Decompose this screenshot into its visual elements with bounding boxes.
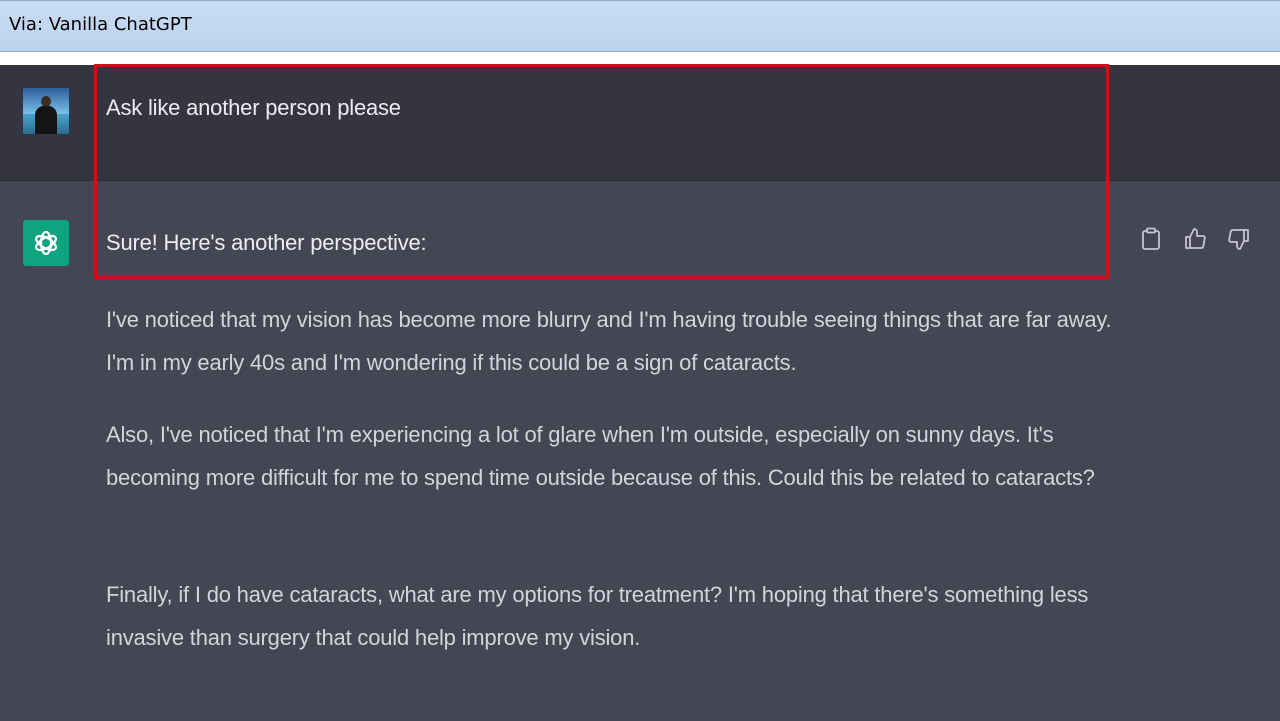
assistant-paragraph: Also, I've noticed that I'm experiencing… — [106, 422, 1095, 490]
user-message-text: Ask like another person please — [106, 95, 401, 120]
openai-logo-icon — [23, 220, 69, 266]
thumbs-up-icon[interactable] — [1182, 226, 1208, 252]
assistant-intro-text: Sure! Here's another perspective: — [106, 230, 427, 255]
spacer — [0, 52, 1280, 65]
assistant-paragraph: Finally, if I do have cataracts, what ar… — [106, 582, 1089, 650]
assistant-paragraph: I've noticed that my vision has become m… — [106, 307, 1112, 375]
user-avatar — [23, 88, 69, 134]
caption-bar: Via: Vanilla ChatGPT — [0, 0, 1280, 52]
copy-icon[interactable] — [1138, 226, 1164, 252]
message-actions — [1138, 226, 1252, 252]
assistant-message-row: Sure! Here's another perspective: I've n… — [0, 180, 1280, 721]
thumbs-down-icon[interactable] — [1226, 226, 1252, 252]
caption-text: Via: Vanilla ChatGPT — [9, 14, 192, 35]
user-message-row: Ask like another person please — [0, 65, 1280, 180]
